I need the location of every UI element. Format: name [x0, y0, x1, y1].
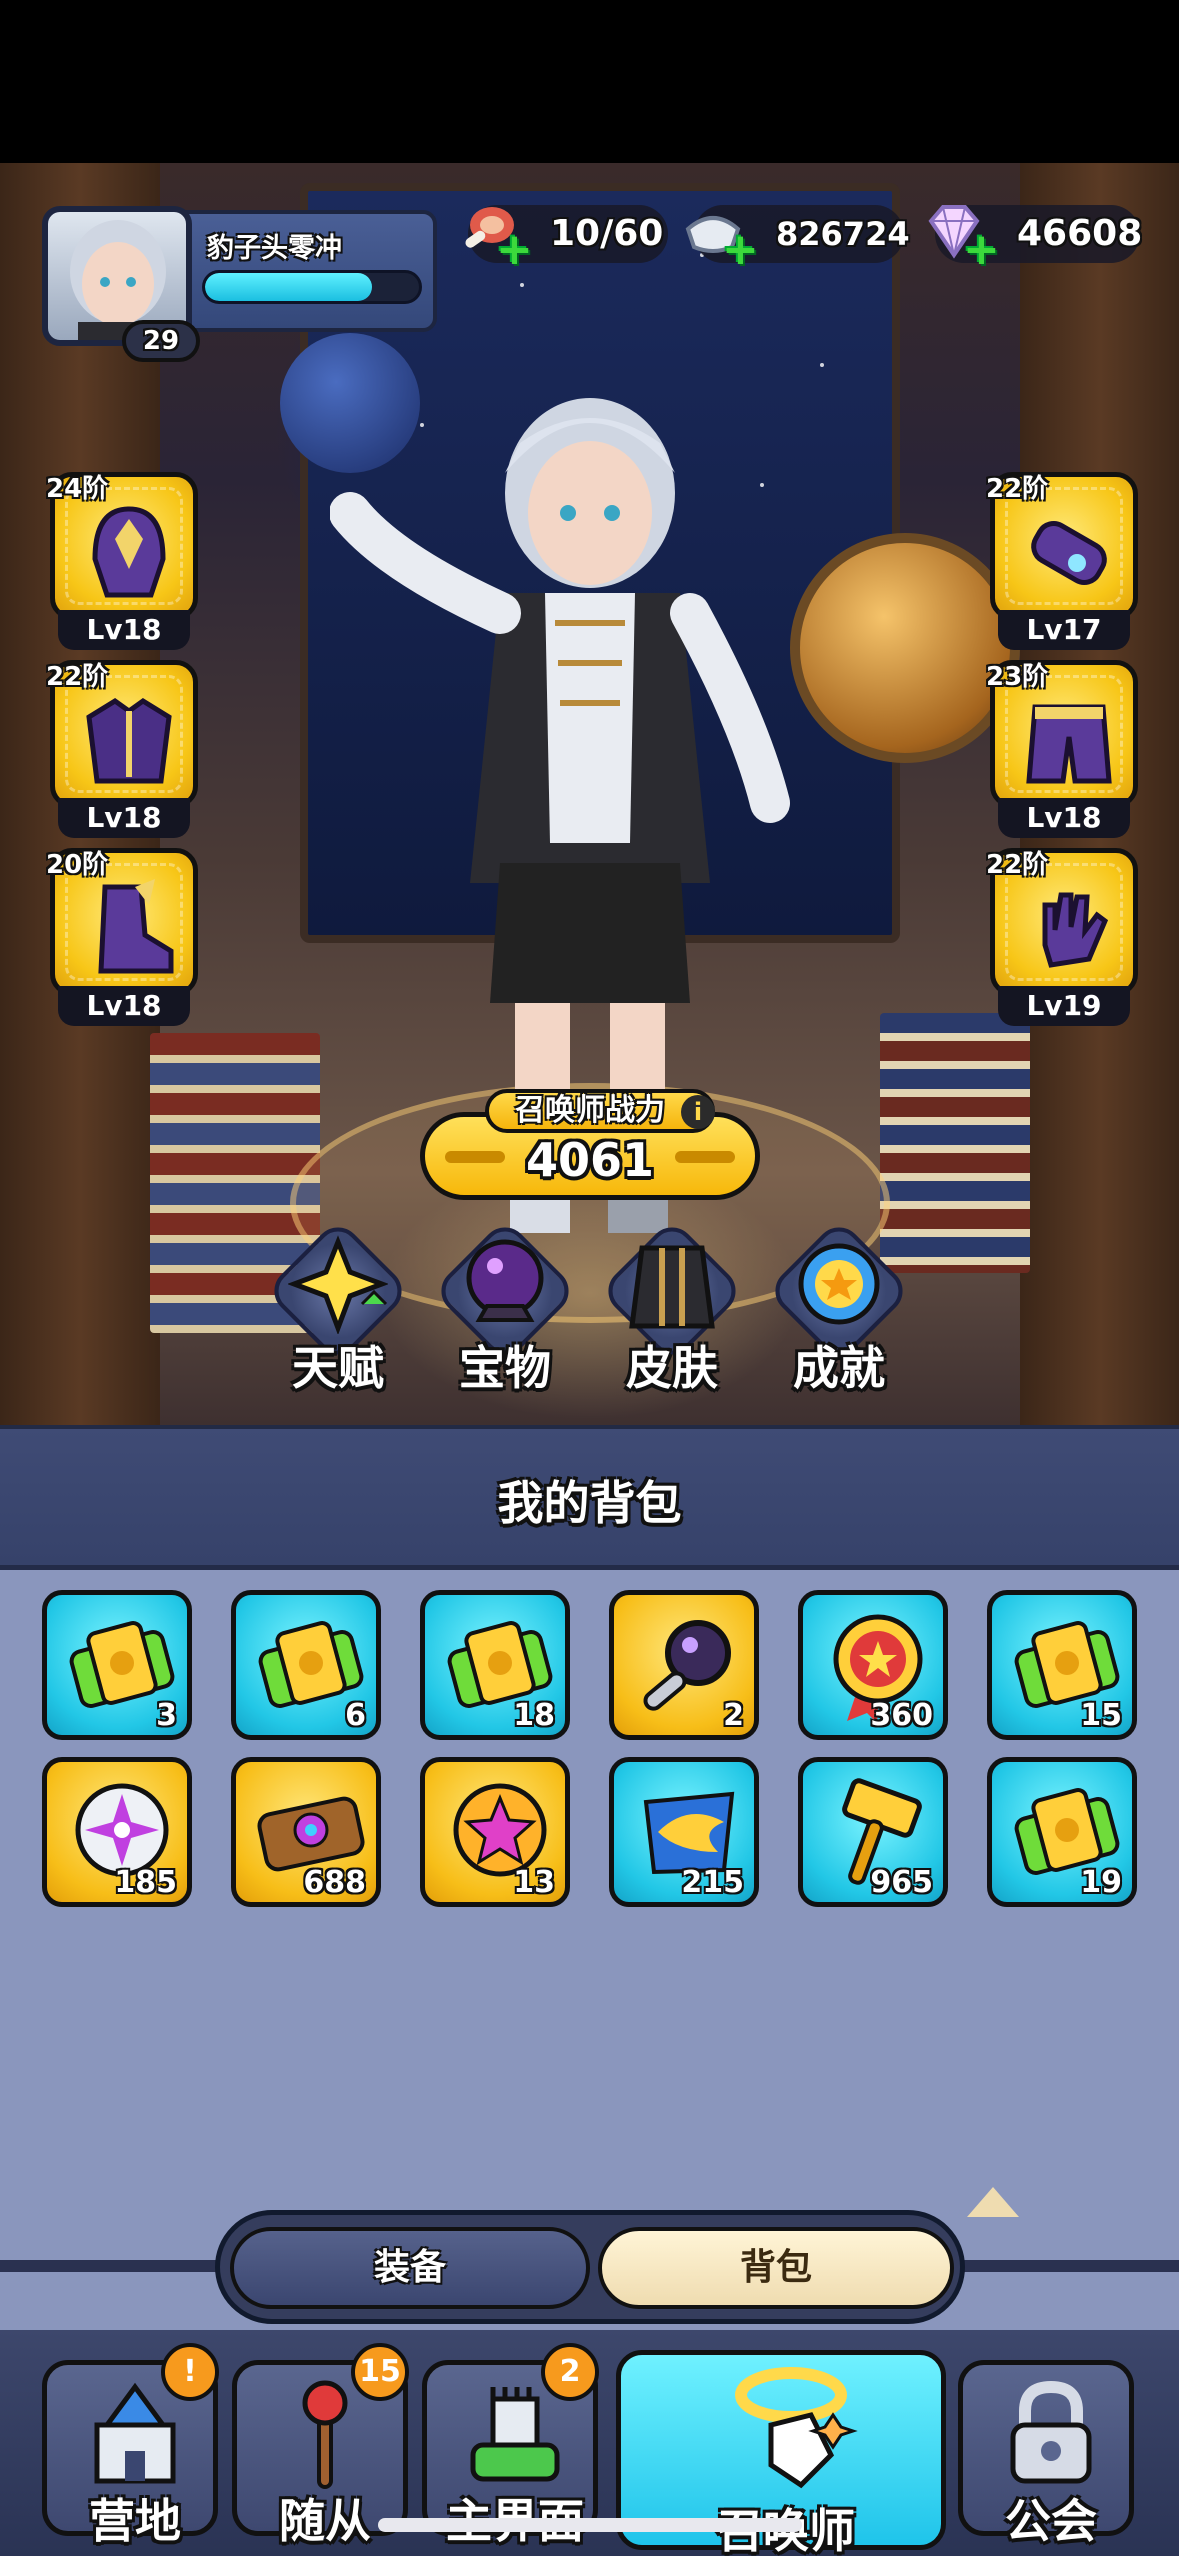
nav-followers-badge: 15: [351, 2343, 409, 2401]
bag-item[interactable]: 360: [798, 1590, 948, 1740]
nav-camp-label: 营地: [89, 2494, 181, 2548]
achievement-label: 成就: [793, 1341, 885, 1395]
pants-icon: [1026, 704, 1112, 784]
equipment-grade: 24阶: [46, 474, 109, 504]
bag-item[interactable]: 13: [420, 1757, 570, 1907]
bag-item-count: 13: [513, 1865, 555, 1900]
equipment-slot-gauntlet[interactable]: 22阶 Lv19: [986, 848, 1138, 1026]
bag-item-count: 15: [1080, 1698, 1122, 1733]
bag-item[interactable]: 6: [231, 1590, 381, 1740]
bag-item-count: 215: [681, 1865, 744, 1900]
equipment-level: Lv18: [998, 798, 1130, 838]
crystal-ball-icon: [466, 1239, 544, 1322]
medal-icon: [798, 1243, 880, 1325]
bag-item[interactable]: 3: [42, 1590, 192, 1740]
bag-item[interactable]: 15: [987, 1590, 1137, 1740]
player-profile[interactable]: 豹子头零冲 29: [42, 206, 437, 362]
treasure-button[interactable]: 宝物: [430, 1217, 580, 1398]
bag-item[interactable]: 688: [231, 1757, 381, 1907]
equipment-level: Lv18: [58, 798, 190, 838]
equipment-slot-boots[interactable]: 20阶 Lv18: [46, 848, 198, 1026]
summoner-power-panel: 召唤师战力 i 4061: [420, 1089, 760, 1200]
exp-bar: [202, 270, 422, 304]
skin-label: 皮肤: [626, 1341, 718, 1395]
add-silver-button[interactable]: +: [722, 228, 759, 272]
power-label-frame: 召唤师战力 i: [485, 1089, 715, 1133]
equipment-slot-bracer[interactable]: 22阶 Lv17: [986, 472, 1138, 650]
boots-icon: [98, 879, 174, 974]
player-name: 豹子头零冲: [207, 233, 342, 264]
bag-item[interactable]: 2: [609, 1590, 759, 1740]
silver-value: 826724: [776, 215, 910, 253]
helmet-icon: [92, 506, 166, 598]
nav-main-badge: 2: [541, 2343, 599, 2401]
talent-star-icon: [288, 1235, 388, 1334]
tab-switcher: 装备 背包: [0, 2187, 1179, 2330]
lock-icon: [1010, 2380, 1092, 2484]
bag-item[interactable]: 19: [987, 1757, 1137, 1907]
bag-header: 我的背包: [0, 1425, 1179, 1570]
info-icon[interactable]: i: [681, 1095, 715, 1129]
bag-item-count: 3: [156, 1698, 177, 1733]
equipment-level: Lv17: [998, 610, 1130, 650]
nav-followers[interactable]: 随从 15: [232, 2343, 409, 2548]
cloak-icon: [629, 1245, 715, 1329]
exp-bar-fill: [205, 273, 372, 301]
equipment-slot-helmet[interactable]: 24阶 Lv18: [46, 472, 198, 650]
equipment-grade: 22阶: [986, 850, 1049, 880]
talent-label: 天赋: [292, 1341, 384, 1395]
treasure-label: 宝物: [459, 1341, 551, 1395]
equipment-grade: 22阶: [986, 474, 1049, 504]
tab-bag[interactable]: 背包: [598, 2227, 954, 2309]
equipment-level: Lv18: [58, 986, 190, 1026]
nav-guild[interactable]: 公会: [958, 2360, 1134, 2548]
golden-globe: [790, 533, 1020, 763]
tab-equipment[interactable]: 装备: [230, 2227, 590, 2309]
stamina-resource[interactable]: + 10/60: [465, 205, 668, 272]
bag-item-count: 2: [723, 1698, 744, 1733]
achievement-button[interactable]: 成就: [764, 1217, 914, 1398]
stamina-value: 10/60: [550, 213, 664, 254]
nav-camp[interactable]: 营地 !: [42, 2343, 219, 2548]
equipment-grade: 20阶: [46, 850, 109, 880]
power-label: 召唤师战力: [515, 1093, 665, 1128]
equipment-level: Lv19: [998, 986, 1130, 1026]
add-diamond-button[interactable]: +: [963, 228, 1000, 272]
gauntlet-icon: [1042, 892, 1109, 968]
bag-item-count: 360: [870, 1698, 933, 1733]
bag-item-count: 965: [870, 1865, 933, 1900]
home-indicator[interactable]: [378, 2518, 802, 2532]
bracer-icon: [1031, 521, 1107, 585]
bag-item-count: 19: [1080, 1865, 1122, 1900]
equipment-level: Lv18: [58, 610, 190, 650]
bag-item-count: 688: [303, 1865, 366, 1900]
talent-button[interactable]: 天赋: [263, 1217, 413, 1398]
nav-camp-badge: !: [161, 2343, 219, 2401]
nav-guild-label: 公会: [1005, 2494, 1097, 2548]
diamond-value: 46608: [1017, 213, 1143, 254]
active-tab-pointer: [967, 2187, 1019, 2217]
diamond-resource[interactable]: + 46608: [928, 205, 1143, 272]
equipment-grade: 22阶: [46, 662, 109, 692]
silver-resource[interactable]: + 826724: [685, 205, 910, 272]
bag-item[interactable]: 965: [798, 1757, 948, 1907]
add-stamina-button[interactable]: +: [496, 228, 533, 272]
armor-icon: [86, 698, 172, 784]
power-value: 4061: [525, 1133, 655, 1187]
summon-hand-icon: [735, 2367, 858, 2489]
bag-item-count: 18: [513, 1698, 555, 1733]
bag-item[interactable]: 185: [42, 1757, 192, 1907]
tab-frame: 装备 背包: [215, 2187, 1019, 2324]
player-level: 29: [122, 320, 200, 362]
bag-title: 我的背包: [497, 1476, 682, 1530]
equipment-grade: 23阶: [986, 662, 1049, 692]
nav-main[interactable]: 主界面 2: [422, 2343, 599, 2548]
bag-item[interactable]: 18: [420, 1590, 570, 1740]
bag-item-count: 6: [345, 1698, 366, 1733]
equipment-slot-pants[interactable]: 23阶 Lv18: [986, 660, 1138, 838]
equipment-slot-armor[interactable]: 22阶 Lv18: [46, 660, 198, 838]
skin-button[interactable]: 皮肤: [597, 1217, 747, 1398]
bag-item[interactable]: 215: [609, 1757, 759, 1907]
bag-item-count: 185: [114, 1865, 177, 1900]
